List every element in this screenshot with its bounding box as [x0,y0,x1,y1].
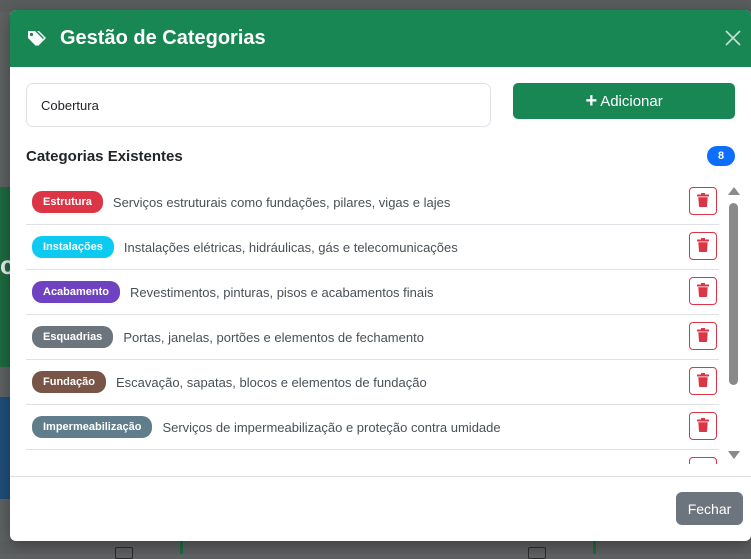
list-item-partial [26,449,719,464]
list-item: Esquadrias Portas, janelas, portões e el… [26,314,719,359]
count-badge: 8 [707,146,735,166]
trash-icon [697,327,709,345]
category-description: Serviços de impermeabilização e proteção… [162,419,501,435]
category-description: Instalações elétricas, hidráulicas, gás … [123,239,458,255]
background-footer [0,541,751,559]
category-badge: Acabamento [32,281,121,303]
close-button[interactable]: Fechar [676,492,743,525]
list-item: Acabamento Revestimentos, pinturas, piso… [26,269,719,314]
category-description: Serviços estruturais como fundações, pil… [112,194,451,210]
section-title: Categorias Existentes [26,147,183,165]
category-badge: Esquadrias [32,326,114,348]
close-icon[interactable] [721,26,745,50]
category-description: Portas, janelas, portões e elementos de … [123,329,424,345]
category-name-input[interactable] [26,83,492,127]
delete-button[interactable] [689,412,717,440]
plus-icon: + [585,90,598,112]
trash-icon [697,282,709,300]
delete-button[interactable] [689,367,717,395]
trash-icon [697,237,709,255]
scroll-up-icon[interactable] [728,187,740,195]
modal-title: Gestão de Categorias [60,27,266,49]
list-item: Estrutura Serviços estruturais como fund… [26,180,719,224]
background-card-blue [0,397,10,499]
modal-body: + Adicionar Categorias Existentes 8 [10,67,751,167]
add-button-label: Adicionar [600,92,663,110]
delete-button[interactable] [689,457,717,464]
category-management-modal: Gestão de Categorias + Adicionar Categor… [10,10,751,541]
trash-icon [697,417,709,435]
category-badge: Impermeabilização [32,416,153,438]
delete-button[interactable] [689,322,717,350]
delete-button[interactable] [689,277,717,305]
add-button[interactable]: + Adicionar [513,83,735,119]
list-item: Impermeabilização Serviços de impermeabi… [26,404,719,449]
modal-header: Gestão de Categorias [10,10,751,67]
category-badge: Instalações [32,236,114,258]
category-badge: Estrutura [32,191,103,213]
category-badge: Fundação [32,371,106,393]
category-description: Escavação, sapatas, blocos e elementos d… [115,374,427,390]
list-scrollbar[interactable] [727,185,741,461]
scroll-thumb[interactable] [729,203,738,385]
category-list: Estrutura Serviços estruturais como fund… [26,180,719,464]
modal-footer: Fechar [10,476,751,541]
delete-button[interactable] [689,187,717,215]
tags-icon [26,28,48,50]
add-category-form: + Adicionar [26,83,735,127]
category-description: Revestimentos, pinturas, pisos e acabame… [130,284,434,300]
section-header: Categorias Existentes 8 [26,145,735,167]
list-item: Instalações Instalações elétricas, hidrá… [26,224,719,269]
scroll-down-icon[interactable] [728,451,740,459]
trash-icon [697,192,709,210]
trash-icon [697,372,709,390]
list-item: Fundação Escavação, sapatas, blocos e el… [26,359,719,404]
delete-button[interactable] [689,232,717,260]
